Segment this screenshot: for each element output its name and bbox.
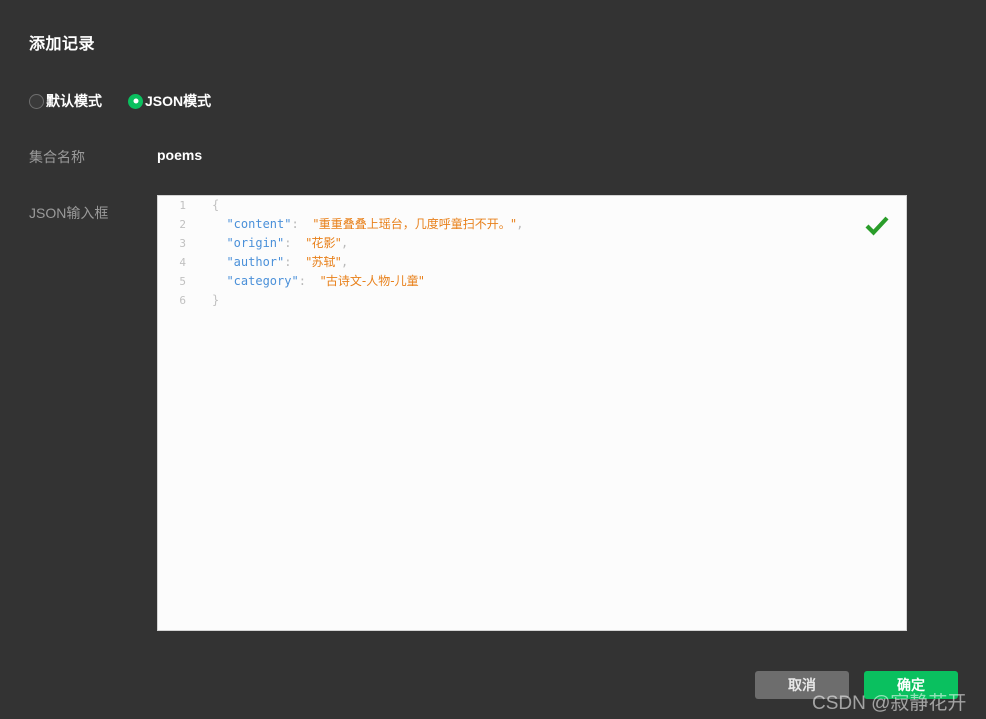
json-colon-token: : bbox=[284, 255, 292, 269]
radio-option-json-mode[interactable]: JSON模式 bbox=[128, 91, 211, 111]
code-line-text: "author": "苏轼", bbox=[192, 253, 906, 272]
dialog-footer: 取消 确定 bbox=[0, 671, 986, 719]
code-line-text: "content": "重重叠叠上瑶台，几度呼童扫不开。", bbox=[192, 215, 906, 234]
json-key-token: "origin" bbox=[226, 236, 285, 250]
cancel-button[interactable]: 取消 bbox=[755, 671, 849, 699]
json-editor[interactable]: 1 { 2 "content": "重重叠叠上瑶台，几度呼童扫不开。", 3 "… bbox=[157, 195, 907, 631]
confirm-button[interactable]: 确定 bbox=[864, 671, 958, 699]
json-string-token: "古诗文-人物-儿童" bbox=[320, 274, 425, 288]
code-line-text: "category": "古诗文-人物-儿童" bbox=[192, 272, 906, 291]
json-colon-token: : bbox=[284, 236, 292, 250]
code-line: 6 } bbox=[158, 291, 906, 310]
code-line-text: } bbox=[192, 291, 906, 310]
json-key-token: "category" bbox=[226, 274, 299, 288]
json-comma-token: , bbox=[340, 236, 349, 250]
code-line: 3 "origin": "花影", bbox=[158, 234, 906, 253]
radio-circle-unselected-icon[interactable] bbox=[29, 93, 44, 109]
brace-open-token: { bbox=[212, 198, 220, 212]
mode-radio-group: 默认模式 JSON模式 bbox=[29, 91, 237, 111]
line-number: 1 bbox=[179, 199, 186, 212]
json-string-token: "重重叠叠上瑶台，几度呼童扫不开。" bbox=[313, 217, 517, 231]
add-record-dialog: 添加记录 默认模式 JSON模式 集合名称 poems JSON输入框 1 { … bbox=[0, 0, 986, 719]
line-number: 6 bbox=[179, 294, 186, 307]
radio-circle-selected-icon[interactable] bbox=[128, 93, 143, 109]
json-comma-token: , bbox=[340, 255, 349, 269]
code-line: 5 "category": "古诗文-人物-儿童" bbox=[158, 272, 906, 291]
code-line: 1 { bbox=[158, 196, 906, 215]
code-line: 2 "content": "重重叠叠上瑶台，几度呼童扫不开。", bbox=[158, 215, 906, 234]
brace-close-token: } bbox=[212, 293, 220, 307]
json-string-token: "苏轼" bbox=[305, 255, 341, 269]
collection-name-value: poems bbox=[157, 147, 203, 163]
radio-option-default-mode[interactable]: 默认模式 bbox=[29, 91, 102, 111]
code-line-text: "origin": "花影", bbox=[192, 234, 906, 253]
check-icon bbox=[865, 216, 889, 236]
json-string-token: "花影" bbox=[305, 236, 341, 250]
line-number: 5 bbox=[179, 275, 186, 288]
json-comma-token: , bbox=[516, 217, 524, 231]
json-input-label: JSON输入框 bbox=[29, 205, 109, 221]
line-number: 2 bbox=[179, 218, 186, 231]
code-line-text: { bbox=[192, 196, 906, 215]
collection-name-label: 集合名称 bbox=[29, 149, 85, 165]
line-number: 4 bbox=[179, 256, 186, 269]
radio-label-default-mode: 默认模式 bbox=[46, 93, 102, 109]
json-key-token: "author" bbox=[226, 255, 285, 269]
json-colon-token: : bbox=[291, 217, 299, 231]
json-key-token: "content" bbox=[226, 217, 292, 231]
code-line: 4 "author": "苏轼", bbox=[158, 253, 906, 272]
dialog-title: 添加记录 bbox=[29, 36, 96, 53]
radio-label-json-mode: JSON模式 bbox=[145, 93, 212, 109]
json-editor-content[interactable]: 1 { 2 "content": "重重叠叠上瑶台，几度呼童扫不开。", 3 "… bbox=[158, 196, 906, 630]
json-colon-token: : bbox=[298, 274, 306, 288]
line-number: 3 bbox=[179, 237, 186, 250]
